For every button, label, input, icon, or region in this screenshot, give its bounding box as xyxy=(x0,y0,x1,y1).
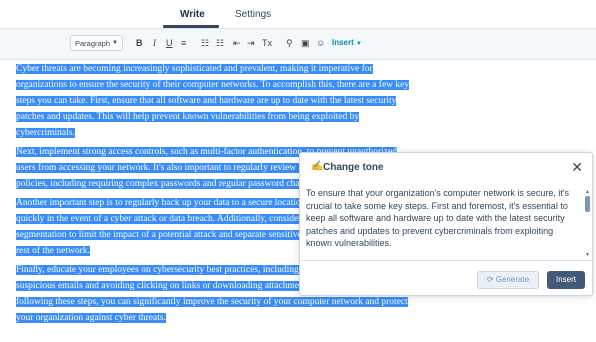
refresh-icon: ⟳ xyxy=(486,275,494,284)
underline-button[interactable]: U xyxy=(166,38,173,48)
outdent-icon[interactable]: ⇤ xyxy=(233,38,241,48)
insert-menu-label: Insert xyxy=(332,38,354,47)
bold-button[interactable]: B xyxy=(136,38,143,48)
numbered-list-icon[interactable]: ☷ xyxy=(216,38,224,48)
paragraph: Cyber threats are becoming increasingly … xyxy=(16,61,416,141)
align-icon[interactable]: ≡ xyxy=(181,38,186,48)
suggested-text: To ensure that your organization's compu… xyxy=(306,188,570,248)
editor-toolbar: Paragraph ▼ B I U ≡ ☷ ☷ ⇤ ⇥ Tx ⚲ ▣ ☺ Ins… xyxy=(0,29,596,60)
pen-icon: ✍ xyxy=(311,161,324,172)
scrollbar[interactable]: ▲ ▼ xyxy=(585,189,590,259)
insert-button[interactable]: Insert xyxy=(547,271,585,289)
paragraph-style-value: Paragraph xyxy=(75,39,111,48)
tab-settings[interactable]: Settings xyxy=(235,9,271,20)
tab-bar: Write Settings xyxy=(0,0,596,29)
scroll-down-arrow-icon[interactable]: ▼ xyxy=(585,252,590,258)
dialog-divider xyxy=(300,260,592,261)
scroll-thumb[interactable] xyxy=(585,196,590,212)
selected-text: Cyber threats are becoming increasingly … xyxy=(16,64,410,138)
chevron-down-icon: ▼ xyxy=(112,40,118,46)
scroll-up-arrow-icon[interactable]: ▲ xyxy=(585,189,590,195)
link-icon[interactable]: ⚲ xyxy=(286,38,293,48)
indent-icon[interactable]: ⇥ xyxy=(247,38,255,48)
emoji-icon[interactable]: ☺ xyxy=(316,38,325,48)
tab-write[interactable]: Write xyxy=(180,9,205,20)
generate-label: Generate xyxy=(495,275,530,284)
bulleted-list-icon[interactable]: ☷ xyxy=(201,38,209,48)
insert-menu-button[interactable]: Insert ▼ xyxy=(332,38,362,47)
clear-format-icon[interactable]: Tx xyxy=(262,38,272,48)
dialog-header: ✍ Change tone ✕ xyxy=(300,153,592,183)
italic-button[interactable]: I xyxy=(153,38,156,48)
close-icon[interactable]: ✕ xyxy=(571,159,583,176)
paragraph-style-select[interactable]: Paragraph ▼ xyxy=(70,35,123,51)
dialog-title: Change tone xyxy=(323,162,384,173)
generate-button[interactable]: ⟳ Generate xyxy=(477,271,539,289)
change-tone-dialog: ✍ Change tone ✕ To ensure that your orga… xyxy=(299,152,593,296)
chevron-down-icon: ▼ xyxy=(356,41,362,47)
image-icon[interactable]: ▣ xyxy=(301,38,310,48)
